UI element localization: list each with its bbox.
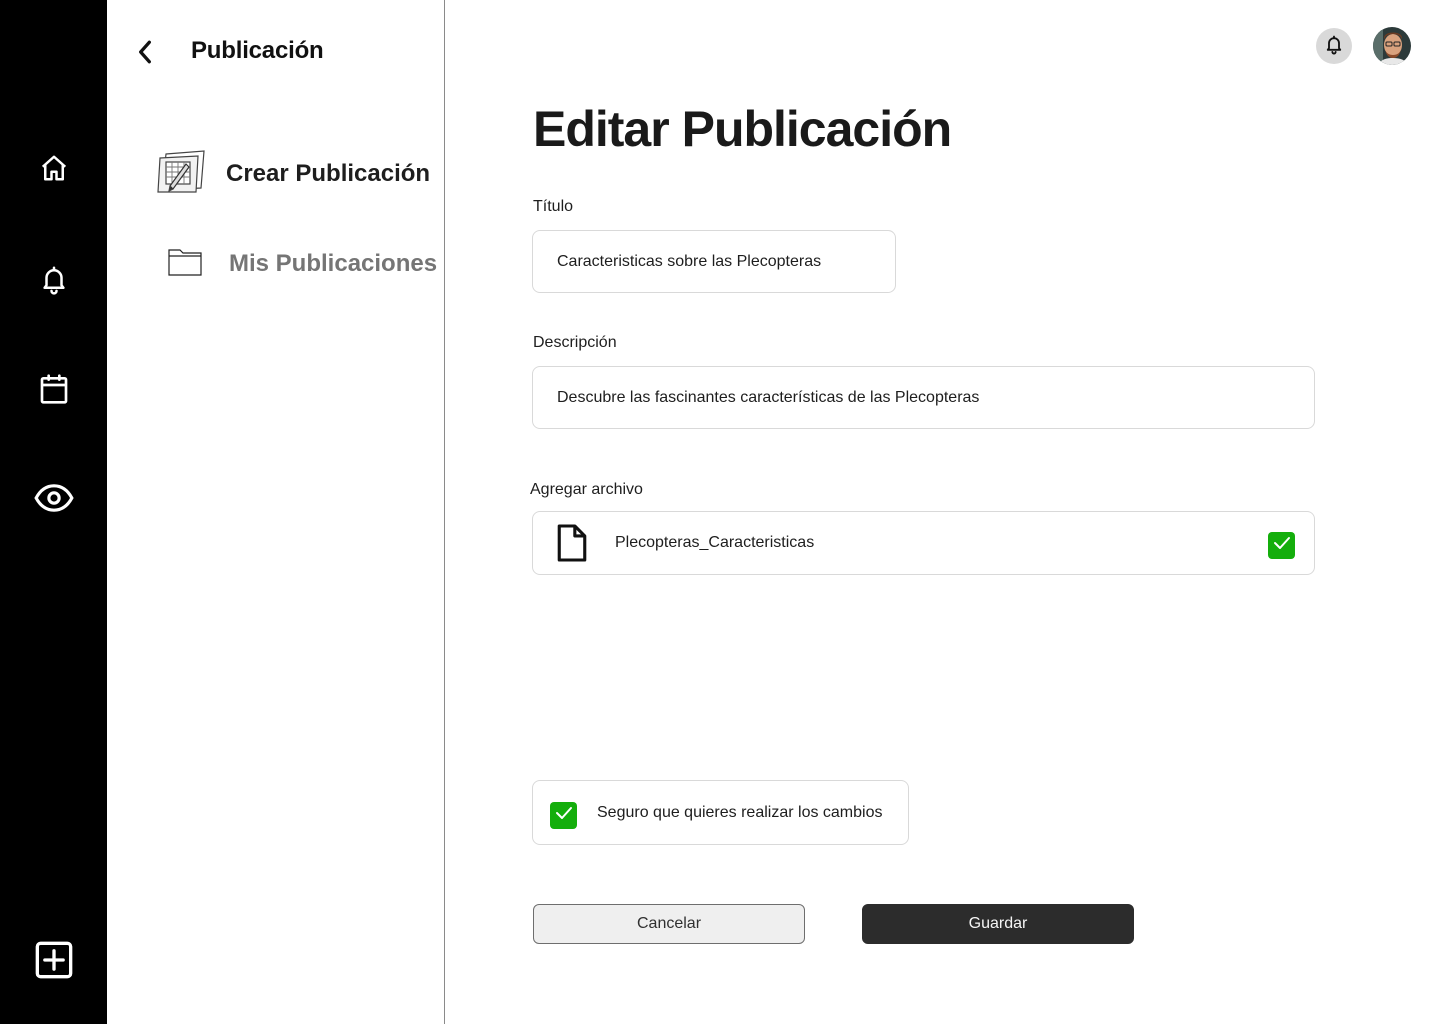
page-title: Editar Publicación <box>533 101 952 157</box>
create-publication-icon <box>156 148 206 199</box>
notification-bell-button[interactable] <box>1316 28 1352 64</box>
icon-rail <box>0 0 107 1024</box>
file-checkbox[interactable] <box>1268 532 1295 559</box>
confirm-text: Seguro que quieres realizar los cambios <box>597 804 883 821</box>
description-label: Descripción <box>533 334 617 351</box>
title-label: Título <box>533 198 574 215</box>
save-button[interactable]: Guardar <box>862 904 1134 944</box>
cancel-button[interactable]: Cancelar <box>533 904 805 944</box>
file-label: Agregar archivo <box>530 481 643 498</box>
file-attachment[interactable]: Plecopteras_Caracteristicas <box>532 511 1315 575</box>
sidebar-title: Publicación <box>191 37 324 64</box>
home-icon[interactable] <box>34 148 74 188</box>
folder-icon <box>168 246 202 281</box>
check-icon <box>555 806 573 825</box>
notification-bell-icon <box>1324 33 1344 60</box>
user-avatar[interactable] <box>1373 27 1411 65</box>
sidebar-item-label: Mis Publicaciones <box>229 249 438 277</box>
sidebar-item-crear-publicacion[interactable]: Crear Publicación <box>156 148 430 199</box>
back-button[interactable] <box>130 36 160 68</box>
file-icon <box>555 523 589 568</box>
description-input[interactable]: Descubre las fascinantes características… <box>532 366 1315 429</box>
title-input[interactable]: Caracteristicas sobre las Plecopteras <box>532 230 896 293</box>
check-icon <box>1273 536 1291 555</box>
file-name: Plecopteras_Caracteristicas <box>615 534 815 551</box>
eye-icon[interactable] <box>34 478 74 518</box>
confirm-checkbox[interactable] <box>550 802 577 829</box>
add-square-icon[interactable] <box>34 940 74 980</box>
bell-icon[interactable] <box>34 259 74 299</box>
confirm-changes: Seguro que quieres realizar los cambios <box>532 780 909 845</box>
sidebar-item-mis-publicaciones[interactable]: Mis Publicaciones <box>168 246 437 281</box>
calendar-icon[interactable] <box>34 369 74 409</box>
sidebar-item-label: Crear Publicación <box>226 159 431 187</box>
